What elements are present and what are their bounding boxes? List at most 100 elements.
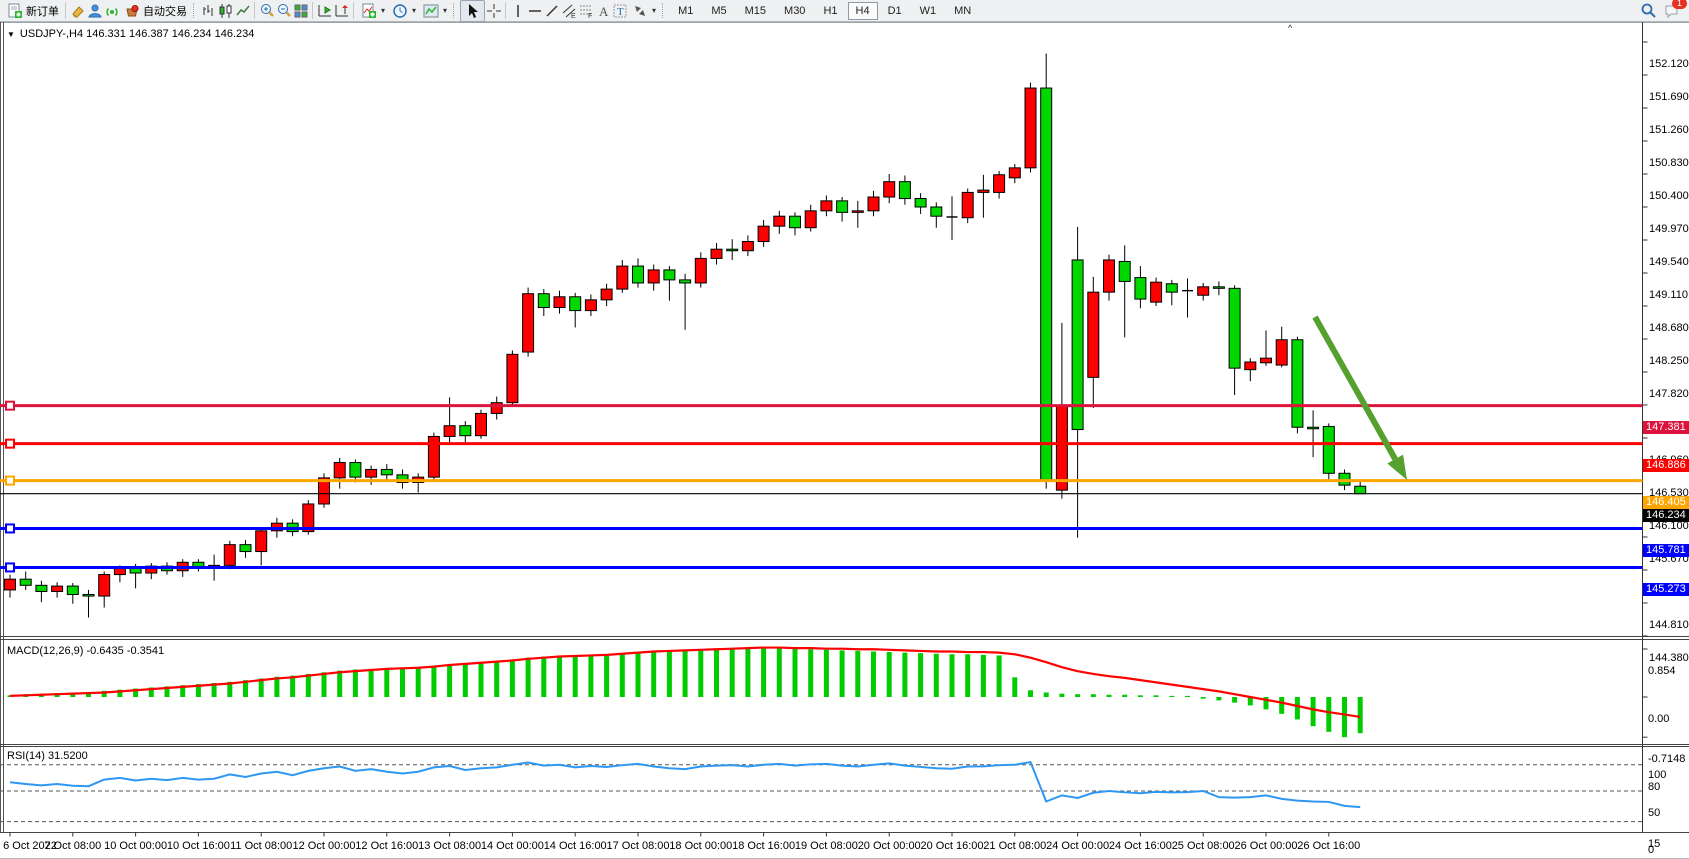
time-tick-label: 21 Oct 08:00 <box>983 840 1046 852</box>
chart-ohlc-title: USDJPY-,H4 146.331 146.387 146.234 146.2… <box>20 28 254 40</box>
vertical-line-tool[interactable] <box>509 2 526 19</box>
bull-candle <box>742 242 753 251</box>
bear-candle <box>727 249 738 251</box>
new-order-button[interactable]: 新订单 <box>3 1 62 21</box>
price-tick-label: 147.820 <box>1649 388 1689 400</box>
time-tick-label: 17 Oct 08:00 <box>607 840 670 852</box>
time-tick-label: 26 Oct 16:00 <box>1297 840 1360 852</box>
bear-candle <box>1355 486 1366 493</box>
chart-shift-icon[interactable] <box>316 2 333 19</box>
cursor-tool[interactable] <box>460 0 485 22</box>
price-tick-label: 150.400 <box>1649 190 1689 202</box>
new-order-label: 新订单 <box>26 3 59 19</box>
notifications-icon[interactable]: 1 <box>1663 2 1680 19</box>
bear-candle <box>36 585 47 591</box>
price-tick-label: 148.680 <box>1649 322 1689 334</box>
annotation-arrow-head[interactable] <box>1387 455 1407 480</box>
eraser-icon[interactable] <box>69 2 86 19</box>
price-tick-label: 151.260 <box>1649 124 1689 136</box>
time-tick-label: 18 Oct 16:00 <box>732 840 795 852</box>
bull-candle <box>711 249 722 258</box>
line-handle[interactable] <box>6 440 14 448</box>
candlestick-chart-icon[interactable] <box>217 2 234 19</box>
timeframe-M1[interactable]: M1 <box>670 2 701 20</box>
bear-candle <box>837 201 848 213</box>
bull-candle <box>476 413 487 435</box>
zoom-in-icon[interactable] <box>258 2 275 19</box>
autotrade-button[interactable]: 自动交易 <box>120 1 190 21</box>
arrows-tool[interactable]: ▾ <box>628 1 659 21</box>
timeframe-D1[interactable]: D1 <box>880 2 910 20</box>
clock-icon <box>391 2 408 19</box>
line-handle[interactable] <box>6 524 14 532</box>
equidistant-channel-tool[interactable]: E <box>560 2 577 19</box>
bear-candle <box>1135 278 1146 299</box>
auto-scroll-icon[interactable] <box>333 2 350 19</box>
price-tick-label: 152.120 <box>1649 58 1689 70</box>
bear-candle <box>1213 287 1224 289</box>
tile-windows-icon[interactable] <box>292 2 309 19</box>
line-handle[interactable] <box>6 563 14 571</box>
bear-candle <box>1292 340 1303 427</box>
bull-candle <box>224 545 235 566</box>
text-label-tool[interactable]: T <box>611 2 628 19</box>
bull-candle <box>1245 362 1256 370</box>
trendline-tool[interactable] <box>543 2 560 19</box>
time-tick-label: 13 Oct 08:00 <box>418 840 481 852</box>
bull-candle <box>695 258 706 283</box>
autotrade-label: 自动交易 <box>143 3 187 19</box>
zoom-out-icon[interactable] <box>275 2 292 19</box>
line-handle[interactable] <box>6 477 14 485</box>
svg-text:A: A <box>599 4 609 19</box>
bull-candle <box>758 226 769 241</box>
bull-candle <box>5 579 16 590</box>
bars-chart-icon[interactable] <box>200 2 217 19</box>
timeframe-H4[interactable]: H4 <box>848 2 878 20</box>
bear-candle <box>1323 426 1334 473</box>
timeframe-M15[interactable]: M15 <box>737 2 774 20</box>
bull-candle <box>507 354 518 402</box>
price-tick-label: 150.830 <box>1649 157 1689 169</box>
arrows-icon <box>631 2 648 19</box>
rsi-line <box>10 762 1360 807</box>
bear-candle <box>915 199 926 207</box>
bull-candle <box>52 586 63 591</box>
bear-candle <box>350 463 361 478</box>
timeframe-M30[interactable]: M30 <box>776 2 813 20</box>
bull-candle <box>1009 168 1020 178</box>
timeframe-H1[interactable]: H1 <box>815 2 845 20</box>
bull-candle <box>523 294 534 352</box>
chart-canvas[interactable] <box>0 22 1689 859</box>
indicators-button[interactable]: ▾ <box>357 1 388 21</box>
fibonacci-tool[interactable]: F <box>577 2 594 19</box>
timeframe-MN[interactable]: MN <box>946 2 979 20</box>
search-icon[interactable] <box>1640 2 1657 19</box>
chart-dropdown-icon[interactable]: ▼ <box>7 30 15 39</box>
timeframe-M5[interactable]: M5 <box>703 2 734 20</box>
text-tool[interactable]: A <box>594 2 611 19</box>
time-tick-label: 14 Oct 00:00 <box>481 840 544 852</box>
bull-candle <box>821 201 832 211</box>
horizontal-line-tool[interactable] <box>526 2 543 19</box>
panel-collapse-caret[interactable]: ^ <box>1288 23 1292 33</box>
price-tick-label: 148.250 <box>1649 355 1689 367</box>
autotrade-icon <box>123 2 140 19</box>
price-tick-label: 149.970 <box>1649 223 1689 235</box>
separator <box>505 2 506 19</box>
crosshair-icon[interactable] <box>485 2 502 19</box>
bear-candle <box>1041 88 1052 480</box>
price-line-label: 146.405 <box>1643 496 1689 509</box>
community-icon[interactable] <box>86 2 103 19</box>
signals-icon[interactable] <box>103 2 120 19</box>
timeframe-W1[interactable]: W1 <box>912 2 945 20</box>
bull-candle <box>601 289 612 300</box>
chevron-down-icon: ▾ <box>381 6 385 15</box>
line-handle[interactable] <box>6 402 14 410</box>
line-chart-icon[interactable] <box>234 2 251 19</box>
bear-candle <box>1072 260 1083 430</box>
periods-button[interactable]: ▾ <box>388 1 419 21</box>
bull-candle <box>1151 282 1162 302</box>
time-tick-label: 20 Oct 16:00 <box>921 840 984 852</box>
templates-button[interactable]: ▾ <box>419 1 450 21</box>
time-tick-label: 20 Oct 00:00 <box>858 840 921 852</box>
